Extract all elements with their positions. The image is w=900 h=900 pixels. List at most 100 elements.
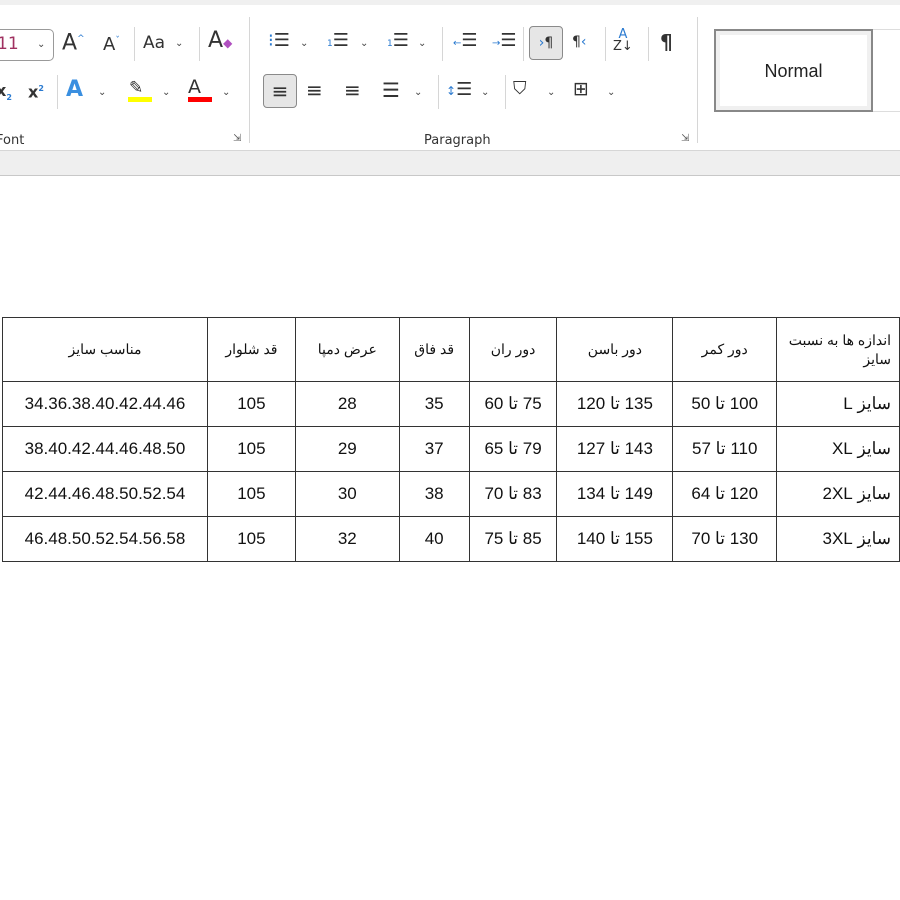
chevron-down-icon[interactable]: ⌄ — [414, 81, 422, 105]
subscript-icon[interactable]: x2 — [0, 79, 12, 110]
table-cell: 40 — [398, 516, 470, 562]
table-cell: 105 — [206, 471, 296, 517]
table-cell: 105 — [206, 516, 296, 562]
ruler-band — [0, 151, 900, 176]
table-cell: 130 تا 70 — [672, 516, 778, 562]
table-row: سایز XL 110 تا 57 143 تا 127 79 تا 65 37 29 10… — [2, 426, 900, 472]
table-cell: 155 تا 140 — [556, 516, 674, 562]
header-cell: قد فاق — [398, 317, 470, 382]
table-cell: 110 تا 57 — [672, 426, 778, 472]
divider — [442, 27, 443, 61]
table-cell: 75 تا 60 — [468, 381, 558, 427]
table-cell: 83 تا 70 — [468, 471, 558, 517]
table-cell: سایز L — [776, 381, 900, 427]
table-cell: 149 تا 134 — [556, 471, 674, 517]
line-spacing-icon[interactable]: ↕☰ — [446, 78, 472, 103]
header-cell: اندازه ها به نسبت سایز — [776, 317, 900, 382]
table-cell: 100 تا 50 — [672, 381, 778, 427]
font-size-dropdown[interactable]: 11 ⌄ — [0, 29, 54, 61]
decrease-indent-icon[interactable]: ←☰ — [453, 29, 478, 56]
table-cell: 46.48.50.52.54.56.58 — [2, 516, 208, 562]
align-left-icon[interactable]: ≡ — [263, 74, 297, 108]
table-header-row: اندازه ها به نسبت سایز دور کمر دور باسن … — [2, 317, 900, 382]
increase-indent-icon[interactable]: →☰ — [492, 29, 517, 56]
justify-icon[interactable]: ☰ — [382, 78, 400, 102]
divider — [523, 27, 524, 61]
header-cell: عرض دمپا — [294, 317, 400, 382]
shading-icon[interactable]: ⛉ — [513, 77, 527, 101]
chevron-down-icon[interactable]: ⌄ — [98, 81, 106, 105]
divider — [249, 17, 250, 143]
font-size-value: 11 — [0, 34, 19, 54]
table-cell: 135 تا 120 — [556, 381, 674, 427]
clear-formatting-icon[interactable]: A◆ — [208, 29, 232, 55]
chevron-down-icon[interactable]: ⌄ — [360, 32, 368, 56]
chevron-down-icon[interactable]: ⌄ — [607, 81, 615, 105]
table-cell: 32 — [294, 516, 400, 562]
multilevel-list-icon[interactable]: 1☰ — [387, 29, 409, 56]
divider — [605, 27, 606, 61]
style-gallery-next[interactable] — [873, 29, 900, 112]
chevron-down-icon[interactable]: ⌄ — [418, 32, 426, 56]
table-cell: 29 — [294, 426, 400, 472]
font-color-bar — [188, 97, 212, 102]
header-cell: دور ران — [468, 317, 558, 382]
table-cell: 30 — [294, 471, 400, 517]
divider — [697, 17, 698, 143]
chevron-down-icon: ⌄ — [37, 39, 46, 50]
table-cell: 37 — [398, 426, 470, 472]
shrink-font-icon[interactable]: Aˇ — [103, 29, 120, 57]
table-cell: سایز XL — [776, 426, 900, 472]
divider — [505, 75, 506, 109]
header-cell: دور باسن — [556, 317, 674, 382]
table-row: سایز L 100 تا 50 135 تا 120 75 تا 60 35 28 105… — [2, 381, 900, 427]
table-cell: 38.40.42.44.46.48.50 — [2, 426, 208, 472]
table-cell: 143 تا 127 — [556, 426, 674, 472]
highlight-color-bar — [128, 97, 152, 102]
chevron-down-icon[interactable]: ⌄ — [162, 81, 170, 105]
table-cell: 105 — [206, 381, 296, 427]
style-normal-label: Normal — [764, 61, 823, 81]
chevron-down-icon[interactable]: ⌄ — [222, 81, 230, 105]
chevron-down-icon[interactable]: ⌄ — [481, 81, 489, 105]
show-formatting-marks-icon[interactable]: ¶ — [660, 30, 673, 54]
borders-icon[interactable]: ⊞ — [573, 77, 589, 101]
align-center-icon[interactable]: ≡ — [306, 78, 323, 102]
size-table: اندازه ها به نسبت سایز دور کمر دور باسن … — [2, 317, 900, 562]
table-cell: 35 — [398, 381, 470, 427]
sort-icon[interactable]: A Z↓ — [613, 28, 633, 53]
paragraph-group-label: Paragraph — [424, 133, 491, 148]
table-cell: سایز 3XL — [776, 516, 900, 562]
header-cell: قد شلوار — [206, 317, 296, 382]
chevron-down-icon[interactable]: ⌄ — [175, 32, 183, 56]
table-cell: 105 — [206, 426, 296, 472]
change-case-icon[interactable]: Aa — [143, 31, 165, 55]
superscript-icon[interactable]: x2 — [28, 77, 44, 104]
chevron-down-icon[interactable]: ⌄ — [300, 32, 308, 56]
text-effects-icon[interactable]: A — [66, 78, 83, 102]
style-normal[interactable]: Normal — [714, 29, 873, 112]
table-cell: 34.36.38.40.42.44.46 — [2, 381, 208, 427]
table-cell: 38 — [398, 471, 470, 517]
divider — [134, 27, 135, 61]
ribbon: 11⌄ A^ Aˇ Aa ⌄ A◆ x2 x2 A ⌄ ✎ ⌄ A ⌄ Font… — [0, 5, 900, 151]
table-row: سایز 3XL 130 تا 70 155 تا 140 85 تا 75 40 32 1… — [2, 516, 900, 562]
divider — [57, 75, 58, 109]
paragraph-dialog-launcher-icon[interactable]: ⇲ — [681, 133, 689, 144]
numbering-icon[interactable]: 1☰ — [327, 29, 349, 56]
align-right-icon[interactable]: ≡ — [344, 78, 361, 102]
table-cell: 28 — [294, 381, 400, 427]
table-cell: 120 تا 64 — [672, 471, 778, 517]
bullets-icon[interactable]: ⁝☰ — [268, 29, 290, 53]
divider — [648, 27, 649, 61]
table-cell: 42.44.46.48.50.52.54 — [2, 471, 208, 517]
divider — [199, 27, 200, 61]
font-dialog-launcher-icon[interactable]: ⇲ — [233, 133, 241, 144]
grow-font-icon[interactable]: A^ — [62, 27, 85, 55]
ltr-direction-icon[interactable]: ›¶ — [529, 26, 563, 60]
table-cell: 79 تا 65 — [468, 426, 558, 472]
font-color-icon[interactable]: A — [188, 75, 201, 99]
chevron-down-icon[interactable]: ⌄ — [547, 81, 555, 105]
header-cell: دور کمر — [672, 317, 778, 382]
rtl-direction-icon[interactable]: ¶‹ — [572, 30, 587, 54]
